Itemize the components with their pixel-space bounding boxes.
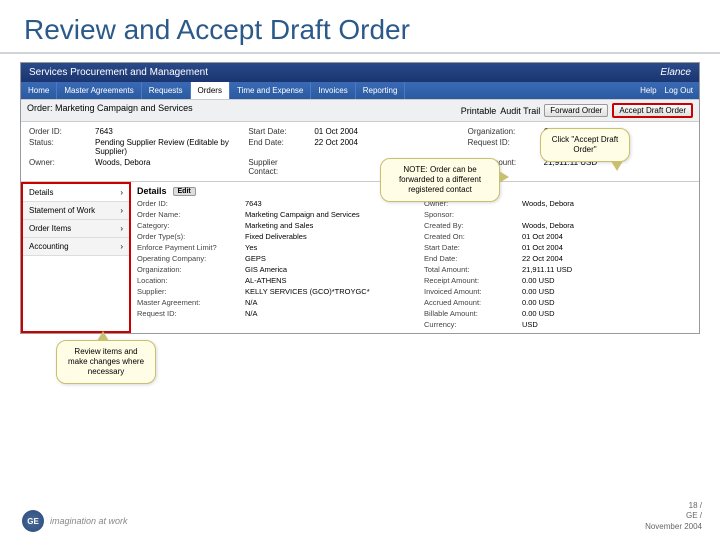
slide-title: Review and Accept Draft Order <box>0 0 720 54</box>
value: Pending Supplier Review (Editable by Sup… <box>95 138 242 156</box>
date: November 2004 <box>645 522 702 532</box>
field-value: 0.00 USD <box>522 309 693 318</box>
field-label: Created On: <box>424 232 514 241</box>
edit-button[interactable]: Edit <box>173 187 196 196</box>
field-value: 22 Oct 2004 <box>522 254 693 263</box>
value: 22 Oct 2004 <box>314 138 461 156</box>
label: Request ID: <box>468 138 538 156</box>
field-value: GIS America <box>245 265 416 274</box>
field-value: Marketing Campaign and Services <box>245 210 416 219</box>
label: Supplier Contact: <box>248 158 308 176</box>
field-value <box>245 320 416 329</box>
nav-tab-home[interactable]: Home <box>21 82 57 99</box>
field-value: 0.00 USD <box>522 298 693 307</box>
side-nav: Details›Statement of Work›Order Items›Ac… <box>21 182 131 333</box>
field-value: 01 Oct 2004 <box>522 232 693 241</box>
field-value: USD <box>522 320 693 329</box>
ge-logo-icon: GE <box>22 510 44 532</box>
label: Status: <box>29 138 89 156</box>
printable-link[interactable]: Printable <box>461 106 497 116</box>
field-label <box>137 320 237 329</box>
field-value: Fixed Deliverables <box>245 232 416 241</box>
field-value: Woods, Debora <box>522 199 693 208</box>
field-value <box>522 210 693 219</box>
callout-forward: NOTE: Order can be forwarded to a differ… <box>380 158 500 202</box>
value: Woods, Debora <box>95 158 242 176</box>
app-header: Services Procurement and Management Elan… <box>21 63 699 82</box>
field-value: N/A <box>245 309 416 318</box>
field-label: Order ID: <box>137 199 237 208</box>
field-value: 0.00 USD <box>522 276 693 285</box>
label: Organization: <box>468 127 538 136</box>
nav-tab-reporting[interactable]: Reporting <box>356 82 406 99</box>
app-name: Services Procurement and Management <box>29 67 208 78</box>
field-value: 0.00 USD <box>522 287 693 296</box>
value: 7643 <box>95 127 242 136</box>
details-heading: Details <box>137 186 167 196</box>
field-label: Master Agreement: <box>137 298 237 307</box>
nav-tab-requests[interactable]: Requests <box>142 82 191 99</box>
field-label: Start Date: <box>424 243 514 252</box>
field-value: 21,911.11 USD <box>522 265 693 274</box>
label: Order ID: <box>29 127 89 136</box>
brand-logo: Elance <box>660 67 691 78</box>
field-label: Location: <box>137 276 237 285</box>
nav-tab-invoices[interactable]: Invoices <box>311 82 355 99</box>
help-link[interactable]: Help <box>640 86 656 95</box>
callout-review: Review items and make changes where nece… <box>56 340 156 384</box>
field-label: Order Name: <box>137 210 237 219</box>
side-item-details[interactable]: Details› <box>23 184 129 202</box>
order-title: Order: Marketing Campaign and Services <box>27 103 193 118</box>
field-label: Request ID: <box>137 309 237 318</box>
field-label: Total Amount: <box>424 265 514 274</box>
field-label: End Date: <box>424 254 514 263</box>
callout-accept: Click "Accept Draft Order" <box>540 128 630 162</box>
label: Start Date: <box>248 127 308 136</box>
side-item-accounting[interactable]: Accounting› <box>23 238 129 256</box>
field-label: Receipt Amount: <box>424 276 514 285</box>
forward-order-button[interactable]: Forward Order <box>544 104 608 117</box>
side-item-order-items[interactable]: Order Items› <box>23 220 129 238</box>
field-label: Sponsor: <box>424 210 514 219</box>
tagline: imagination at work <box>50 516 128 526</box>
nav-tab-orders[interactable]: Orders <box>191 82 230 99</box>
field-label: Order Type(s): <box>137 232 237 241</box>
field-value: Woods, Debora <box>522 221 693 230</box>
slide-footer: GE imagination at work 18 / GE / Novembe… <box>22 501 702 532</box>
label: Owner: <box>29 158 89 176</box>
field-value: 01 Oct 2004 <box>522 243 693 252</box>
field-label: Enforce Payment Limit? <box>137 243 237 252</box>
field-value: KELLY SERVICES (GCO)*TROYGC* <box>245 287 416 296</box>
field-value: Marketing and Sales <box>245 221 416 230</box>
company: GE / <box>645 511 702 521</box>
field-value: GEPS <box>245 254 416 263</box>
field-label: Invoiced Amount: <box>424 287 514 296</box>
app-screenshot: Services Procurement and Management Elan… <box>20 62 700 334</box>
field-value: N/A <box>245 298 416 307</box>
field-label: Supplier: <box>137 287 237 296</box>
logout-link[interactable]: Log Out <box>665 86 693 95</box>
field-value: Yes <box>245 243 416 252</box>
accept-draft-order-button[interactable]: Accept Draft Order <box>612 103 693 118</box>
nav-tab-master-agreements[interactable]: Master Agreements <box>57 82 141 99</box>
page-number: 18 / <box>645 501 702 511</box>
label: End Date: <box>248 138 308 156</box>
field-label: Operating Company: <box>137 254 237 263</box>
field-label: Accrued Amount: <box>424 298 514 307</box>
nav-tab-time-and-expense[interactable]: Time and Expense <box>230 82 311 99</box>
field-label: Billable Amount: <box>424 309 514 318</box>
details-panel: Details Edit Order ID:7643Owner:Woods, D… <box>131 182 699 333</box>
field-value: AL-ATHENS <box>245 276 416 285</box>
field-label: Organization: <box>137 265 237 274</box>
field-label: Category: <box>137 221 237 230</box>
top-nav: HomeMaster AgreementsRequestsOrdersTime … <box>21 82 699 99</box>
value: 01 Oct 2004 <box>314 127 461 136</box>
field-label: Created By: <box>424 221 514 230</box>
side-item-statement-of-work[interactable]: Statement of Work› <box>23 202 129 220</box>
field-label: Currency: <box>424 320 514 329</box>
audit-link[interactable]: Audit Trail <box>500 106 540 116</box>
order-bar: Order: Marketing Campaign and Services P… <box>21 99 699 122</box>
